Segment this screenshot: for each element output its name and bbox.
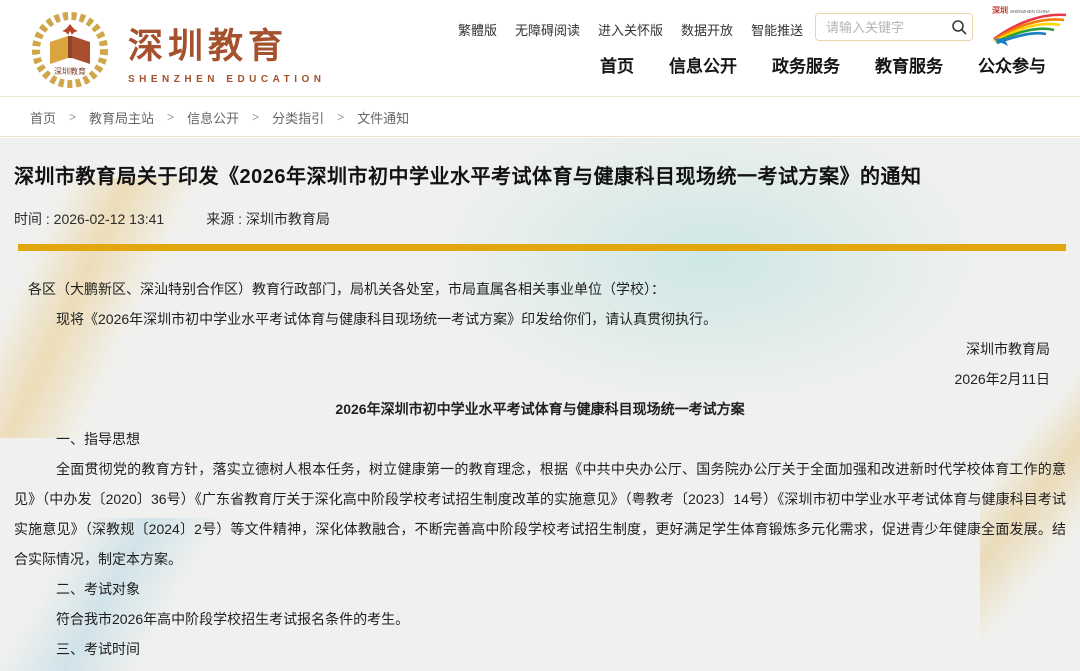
breadcrumb-item: 文件通知 — [357, 110, 410, 126]
main-nav-item[interactable]: 教育服务 — [875, 52, 943, 77]
search-box — [815, 13, 973, 41]
document-body: 各区（大鹏新区、深汕特别合作区）教育行政部门，局机关各处室，市局直属各相关事业单… — [14, 274, 1066, 671]
shenzhen-china-logo-icon[interactable]: 深圳 SHENZHEN CHINA — [990, 5, 1068, 52]
gold-divider — [18, 244, 1066, 251]
search-icon[interactable] — [946, 19, 972, 35]
section-paragraph: 现场统一考试原则上安排在2026年4月中下旬。缓考原则上安排在2026年5月。 — [14, 664, 1066, 671]
main-nav: 首页 信息公开 政务服务 教育服务 公众参与 — [600, 52, 1046, 77]
citylogo-cn: 深圳 — [992, 5, 1008, 15]
doc-sign-date: 2026年2月11日 — [954, 371, 1050, 387]
breadcrumb-item[interactable]: 分类指引 — [272, 108, 324, 127]
page: 深圳教育 深圳教育 SHENZHEN EDUCATION 繁體版 无障碍阅读 进入关… — [0, 0, 1080, 671]
breadcrumb-separator: > — [69, 110, 77, 124]
citylogo-en: SHENZHEN CHINA — [1010, 9, 1050, 14]
doc-salutation: 各区（大鹏新区、深汕特别合作区）教育行政部门，局机关各处室，市局直属各相关事业单… — [28, 281, 665, 297]
source-value: 深圳市教育局 — [245, 211, 330, 227]
breadcrumb-item[interactable]: 首页 — [30, 108, 56, 127]
main-nav-item[interactable]: 公众参与 — [978, 52, 1046, 77]
section-heading: 二、考试对象 — [56, 581, 140, 597]
source: 来源 : 深圳市教育局 — [206, 209, 330, 229]
utility-nav: 繁體版 无障碍阅读 进入关怀版 数据开放 智能推送 — [458, 20, 803, 39]
utility-nav-item[interactable]: 智能推送 — [751, 20, 803, 39]
article: 深圳市教育局关于印发《2026年深圳市初中学业水平考试体育与健康科目现场统一考试… — [0, 138, 1080, 671]
time-value: 2026-02-12 13:41 — [53, 211, 165, 227]
main-nav-item[interactable]: 政务服务 — [772, 52, 840, 77]
time-label: 时间 : — [14, 211, 50, 227]
site-header: 深圳教育 深圳教育 SHENZHEN EDUCATION 繁體版 无障碍阅读 进入关… — [0, 0, 1080, 97]
section-paragraph: 符合我市2026年高中阶段学校招生考试报名条件的考生。 — [56, 611, 410, 627]
section-heading: 三、考试时间 — [56, 641, 140, 657]
utility-nav-item[interactable]: 进入关怀版 — [598, 20, 663, 39]
page-title: 深圳市教育局关于印发《2026年深圳市初中学业水平考试体育与健康科目现场统一考试… — [14, 166, 922, 188]
breadcrumb: 首页 > 教育局主站 > 信息公开 > 分类指引 > 文件通知 — [0, 98, 1080, 137]
source-label: 来源 : — [206, 211, 242, 227]
publish-time: 时间 : 2026-02-12 13:41 — [14, 209, 164, 229]
emblem-label: 深圳教育 — [54, 66, 86, 76]
breadcrumb-separator: > — [252, 110, 260, 124]
doc-intro: 现将《2026年深圳市初中学业水平考试体育与健康科目现场统一考试方案》印发给你们… — [56, 311, 718, 327]
breadcrumb-separator: > — [337, 110, 345, 124]
doc-sections: 一、指导思想全面贯彻党的教育方针，落实立德树人根本任务，树立健康第一的教育理念，… — [14, 424, 1066, 671]
section-heading: 一、指导思想 — [56, 431, 140, 447]
utility-nav-item[interactable]: 数据开放 — [681, 20, 733, 39]
utility-nav-item[interactable]: 无障碍阅读 — [515, 20, 580, 39]
utility-nav-item[interactable]: 繁體版 — [458, 20, 497, 39]
doc-signer: 深圳市教育局 — [966, 341, 1050, 357]
search-input[interactable] — [816, 19, 946, 35]
breadcrumb-item[interactable]: 信息公开 — [187, 108, 239, 127]
site-logo-title: 深圳教育 — [128, 26, 289, 67]
site-logo-subtitle: SHENZHEN EDUCATION — [128, 74, 326, 85]
content-area: 深圳市教育局关于印发《2026年深圳市初中学业水平考试体育与健康科目现场统一考试… — [0, 138, 1080, 671]
article-meta: 时间 : 2026-02-12 13:41 来源 : 深圳市教育局 — [14, 209, 1066, 229]
site-logo[interactable]: 深圳教育 SHENZHEN EDUCATION — [128, 18, 325, 85]
main-nav-item[interactable]: 信息公开 — [669, 52, 737, 77]
breadcrumb-separator: > — [167, 110, 175, 124]
doc-title: 2026年深圳市初中学业水平考试体育与健康科目现场统一考试方案 — [335, 401, 745, 417]
section-paragraph: 全面贯彻党的教育方针，落实立德树人根本任务，树立健康第一的教育理念，根据《中共中… — [14, 461, 1066, 567]
main-nav-item[interactable]: 首页 — [600, 52, 634, 77]
breadcrumb-item[interactable]: 教育局主站 — [89, 108, 154, 127]
shenzhen-education-emblem-icon[interactable]: 深圳教育 — [26, 4, 114, 97]
